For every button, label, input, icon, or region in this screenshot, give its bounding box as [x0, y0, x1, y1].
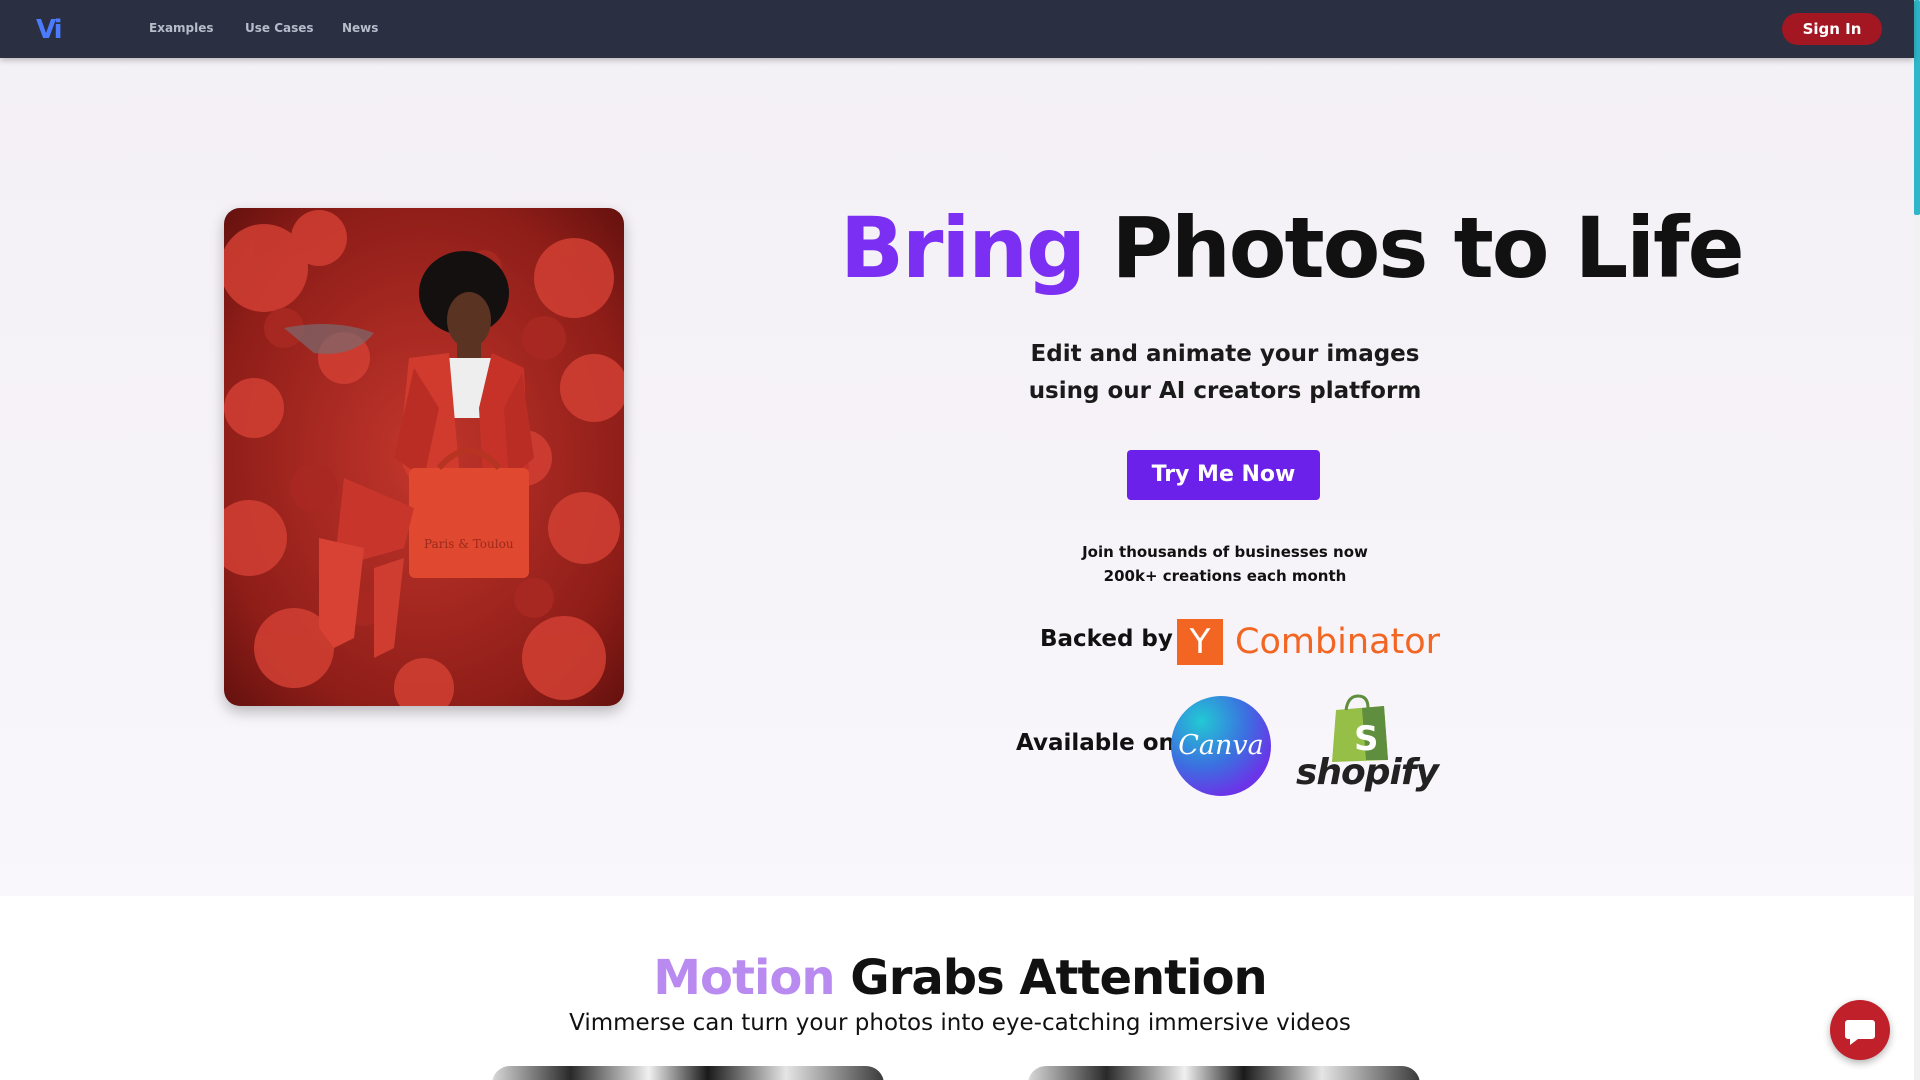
- y-combinator-wordmark[interactable]: Combinator: [1235, 620, 1440, 664]
- vimmerse-logo[interactable]: Vi: [36, 15, 63, 45]
- canva-logo[interactable]: Canva: [1171, 696, 1271, 796]
- shopify-wordmark: shopify: [1296, 752, 1439, 793]
- hero-title-rest: Photos to Life: [1111, 199, 1744, 297]
- hero-subtitle-line-2: using our AI creators platform: [1028, 378, 1422, 404]
- social-proof-line-2: 200k+ creations each month: [1103, 567, 1347, 585]
- scrollbar-thumb[interactable]: [1914, 0, 1920, 215]
- chat-widget-button[interactable]: [1830, 1000, 1890, 1060]
- social-proof-line-1: Join thousands of businesses now: [1082, 543, 1368, 561]
- video-card-2[interactable]: [1028, 1066, 1420, 1080]
- social-proof: Join thousands of businesses now 200k+ c…: [1025, 540, 1425, 588]
- nav-link-examples[interactable]: Examples: [149, 21, 214, 35]
- motion-title-rest: Grabs Attention: [850, 950, 1267, 1006]
- available-on-label: Available on: [1016, 730, 1175, 756]
- video-card-1[interactable]: [492, 1066, 884, 1080]
- bag-brand-text: Paris & Toulou: [424, 537, 514, 551]
- sign-in-button[interactable]: Sign In: [1782, 13, 1882, 45]
- motion-section-title: Motion Grabs Attention: [560, 950, 1360, 1006]
- nav-link-use-cases[interactable]: Use Cases: [245, 21, 314, 35]
- hero-subtitle-line-1: Edit and animate your images: [1030, 341, 1420, 367]
- hero-title-accent: Bring: [840, 199, 1086, 297]
- hero-title: Bring Photos to Life: [840, 198, 1745, 298]
- logo-text: Vi: [36, 15, 63, 45]
- motion-section-subtitle: Vimmerse can turn your photos into eye-c…: [569, 1010, 1351, 1036]
- shopify-logo[interactable]: S shopify: [1296, 694, 1439, 800]
- chat-bubble-icon: [1845, 1020, 1875, 1045]
- hero-fashion-image: Paris & Toulou: [224, 208, 624, 706]
- hero-subtitle: Edit and animate your images using our A…: [940, 336, 1510, 410]
- hero-image-illustration: Paris & Toulou: [224, 208, 624, 706]
- top-nav-bar: Vi Examples Use Cases News Sign In: [0, 0, 1914, 58]
- motion-title-accent: Motion: [653, 950, 835, 1006]
- nav-link-news[interactable]: News: [342, 21, 378, 35]
- y-combinator-logo-icon[interactable]: Y: [1177, 619, 1223, 665]
- try-me-now-button[interactable]: Try Me Now: [1127, 450, 1320, 500]
- backed-by-label: Backed by: [1040, 626, 1173, 652]
